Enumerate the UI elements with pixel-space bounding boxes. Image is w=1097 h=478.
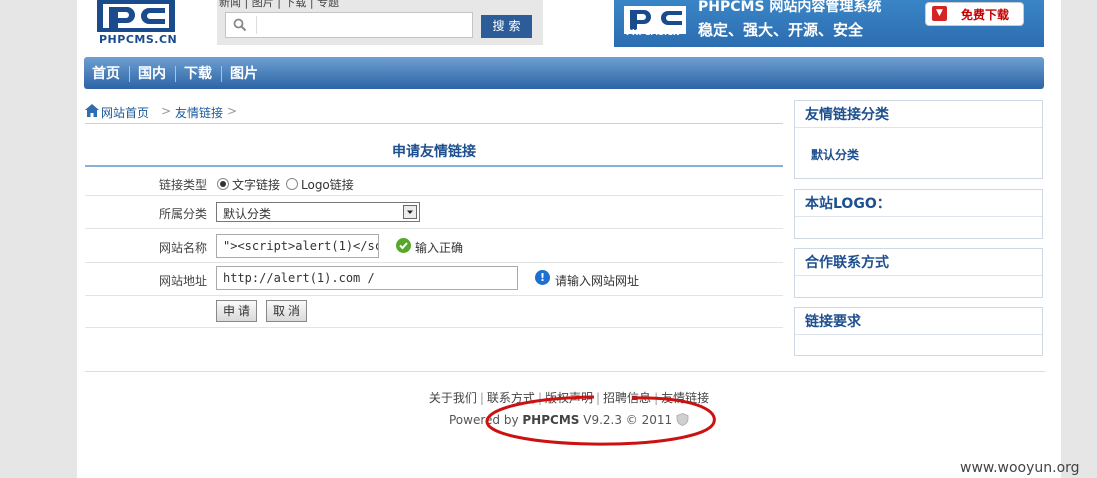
page: PHPCMS.CN 新闻 | 图片 | 下载 | 专题 搜索 PHPCMS.CN… [77,0,1061,478]
sidebar-category-link[interactable]: 默认分类 [795,128,1042,163]
sidebar-box-requirements: 链接要求 [794,307,1043,356]
form-row-category: 所属分类 默认分类 [85,196,783,229]
form-row-site-url: 网站地址 http://alert(1).com / ! 请输入网站网址 [85,263,783,296]
radio-logo-link-label[interactable]: Logo链接 [301,176,354,193]
sidebar-box-title: 链接要求 [795,308,1042,335]
breadcrumb-current-link[interactable]: 友情链接 [175,104,223,121]
search-input[interactable] [225,12,473,38]
site-logo[interactable]: PHPCMS.CN [97,0,177,46]
nav-item-images[interactable]: 图片 [222,57,267,89]
search-icon [233,18,247,32]
sidebar-box-link-categories: 友情链接分类 默认分类 [794,100,1043,179]
chevron-down-icon[interactable] [403,205,417,219]
form-row-link-type: 链接类型 文字链接 Logo链接 [85,171,783,196]
radio-logo-link[interactable] [286,178,298,190]
banner-domain-text: PHPCMS.CN [626,28,680,37]
search-area: 新闻 | 图片 | 下载 | 专题 搜索 [217,0,543,45]
banner-title: PHPCMS 网站内容管理系统 [698,0,882,15]
nav-item-home[interactable]: 首页 [84,57,129,89]
logo-domain-text: PHPCMS.CN [99,33,178,46]
promo-banner[interactable]: PHPCMS.CN PHPCMS 网站内容管理系统 稳定、强大、开源、安全 ▼ … [614,0,1044,47]
site-name-hint: 输入正确 [415,241,464,255]
site-name-input[interactable]: "><script>alert(1)</scrip [216,234,379,258]
breadcrumb: 网站首页 > 友情链接 > [85,101,783,124]
sidebar-box-contact: 合作联系方式 [794,248,1043,298]
radio-text-link[interactable] [217,178,229,190]
sidebar-box-site-logo: 本站LOGO： [794,189,1043,239]
site-url-input[interactable]: http://alert(1).com / [216,266,518,290]
category-label: 所属分类 [158,207,207,221]
form-title: 申请友情链接 [85,141,783,167]
site-url-label: 网站地址 [158,274,207,288]
category-select[interactable]: 默认分类 [216,202,420,222]
site-name-label: 网站名称 [158,241,207,255]
search-type-links[interactable]: 新闻 | 图片 | 下载 | 专题 [219,0,339,10]
breadcrumb-home-link[interactable]: 网站首页 [101,104,149,121]
site-url-hint: 请输入网站网址 [555,274,640,288]
check-icon [396,238,411,253]
pc-logo-icon [97,0,175,32]
footer-link-about[interactable]: 关于我们 [429,391,477,405]
info-icon: ! [535,270,550,285]
sidebar-box-title: 友情链接分类 [795,101,1042,128]
radio-text-link-label[interactable]: 文字链接 [232,176,280,193]
annotation-ellipse [485,395,716,446]
breadcrumb-separator: > [227,104,238,118]
cancel-button[interactable]: 取消 [266,300,307,322]
category-select-value: 默认分类 [223,207,272,221]
footer-divider [85,371,1045,372]
sidebar-box-title: 合作联系方式 [795,249,1042,276]
form-row-actions: 申请 取消 [85,296,783,328]
search-button[interactable]: 搜索 [481,15,532,38]
search-divider [256,16,257,34]
download-icon: ▼ [932,6,947,21]
free-download-button[interactable]: ▼ 免费下载 [925,2,1024,26]
banner-slogan: 稳定、强大、开源、安全 [698,21,864,39]
main-nav: 首页 国内 下载 图片 [84,57,1044,89]
breadcrumb-separator: > [161,104,172,118]
submit-button[interactable]: 申请 [216,300,257,322]
free-download-label: 免费下载 [961,8,1010,22]
sidebar-box-title: 本站LOGO： [795,190,1042,217]
nav-item-domestic[interactable]: 国内 [130,57,175,89]
watermark: www.wooyun.org [960,460,1080,476]
link-type-label: 链接类型 [158,178,207,192]
form-row-site-name: 网站名称 "><script>alert(1)</scrip 输入正确 [85,229,783,263]
home-icon [85,104,99,117]
nav-item-download[interactable]: 下载 [176,57,221,89]
